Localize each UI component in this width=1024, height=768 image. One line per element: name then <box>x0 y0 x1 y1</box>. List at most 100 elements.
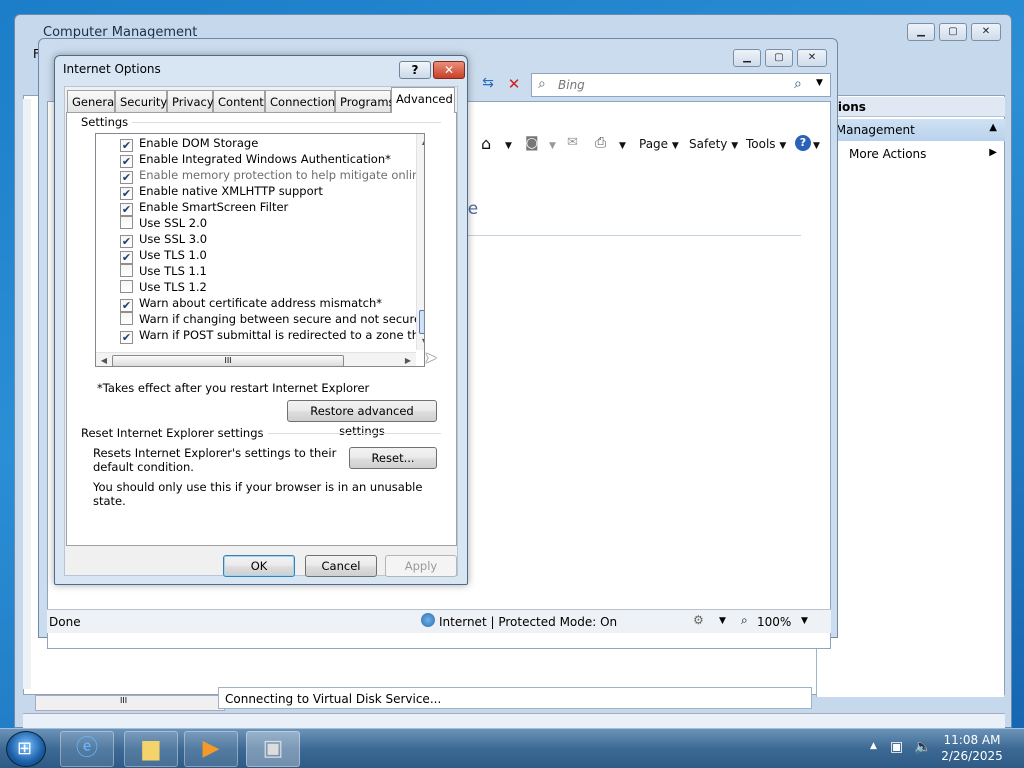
page-menu-label: Page <box>639 137 669 151</box>
maximize-button[interactable]: ▢ <box>939 23 967 41</box>
setting-item[interactable]: ✔ Use TLS 1.0 <box>120 248 207 264</box>
cancel-button[interactable]: Cancel <box>305 555 377 577</box>
help-dropdown-icon[interactable]: ▼ <box>813 141 820 151</box>
more-actions-item[interactable]: More Actions ▶ <box>817 143 1005 165</box>
restore-advanced-button[interactable]: Restore advanced settings <box>287 400 437 438</box>
checkbox-checked[interactable]: ✔ <box>120 203 133 216</box>
setting-item[interactable]: ✔ Use SSL 3.0 <box>120 232 207 248</box>
tree-hscrollbar[interactable]: III <box>35 695 225 711</box>
status-zone[interactable]: Internet | Protected Mode: On <box>439 615 617 629</box>
computer-management-icon: ▣ <box>262 736 284 761</box>
caption-buttons: ▁ ▢ ✕ <box>907 23 1007 43</box>
setting-item[interactable]: Use TLS 1.1 <box>120 264 207 280</box>
feeds-icon[interactable]: ◙ <box>525 135 539 151</box>
start-button[interactable]: ⊞ <box>6 731 46 767</box>
setting-item[interactable]: Use SSL 2.0 <box>120 216 207 232</box>
tab-content[interactable]: Content <box>213 90 265 112</box>
hscroll-thumb[interactable]: III <box>112 355 344 366</box>
taskbar-computer-management[interactable]: ▣ <box>246 731 300 767</box>
checkbox-unchecked[interactable] <box>120 312 133 325</box>
show-hidden-icons[interactable]: ▲ <box>870 741 877 751</box>
setting-label: Warn if changing between secure and not … <box>139 312 424 326</box>
setting-item[interactable]: ✔ Warn if POST submittal is redirected to… <box>120 328 424 344</box>
setting-item[interactable]: ✔ Enable native XMLHTTP support <box>120 184 323 200</box>
safety-menu[interactable]: Safety ▼ <box>689 137 738 151</box>
close-button[interactable]: ✕ <box>971 23 1001 41</box>
checkbox-checked[interactable]: ✔ <box>120 251 133 264</box>
network-icon[interactable]: ▣ <box>890 739 903 755</box>
setting-item[interactable]: Warn if changing between secure and not … <box>120 312 424 328</box>
feeds-dropdown-icon[interactable]: ▼ <box>549 141 556 151</box>
scroll-up-icon[interactable]: ▲ <box>417 134 424 150</box>
ie-maximize-button[interactable]: ▢ <box>765 49 793 67</box>
checkbox-checked[interactable]: ✔ <box>120 235 133 248</box>
checkbox-checked[interactable]: ✔ <box>120 139 133 152</box>
checkbox-unchecked[interactable] <box>120 280 133 293</box>
tab-connections[interactable]: Connections <box>265 90 341 112</box>
taskbar-media-player[interactable]: ▶ <box>184 731 238 767</box>
checkbox-unchecked[interactable] <box>120 216 133 229</box>
setting-item[interactable]: Use TLS 1.2 <box>120 280 207 296</box>
checkbox-checked[interactable]: ✔ <box>120 187 133 200</box>
actions-disk-management[interactable]: k Management ▲ <box>817 119 1005 141</box>
tools-menu[interactable]: Tools ▼ <box>746 137 786 151</box>
tools-menu-label: Tools <box>746 137 776 151</box>
setting-item[interactable]: ✔ Enable DOM Storage <box>120 136 258 152</box>
tab-programs[interactable]: Programs <box>335 90 395 112</box>
tab-security[interactable]: Security <box>115 90 167 112</box>
settings-hscrollbar[interactable]: ◀ III ▶ <box>96 352 416 366</box>
search-go-icon[interactable]: ⌕ <box>794 76 802 92</box>
minimize-button[interactable]: ▁ <box>907 23 935 41</box>
setting-label: Enable native XMLHTTP support <box>139 184 323 198</box>
setting-item[interactable]: ✔ Enable memory protection to help mitiga… <box>120 168 424 184</box>
security-reports-icon[interactable]: ⚙ <box>693 613 704 627</box>
home-icon[interactable]: ⌂ <box>481 134 491 153</box>
ie-minimize-button[interactable]: ▁ <box>733 49 761 67</box>
stop-icon[interactable]: ✕ <box>503 75 525 95</box>
scroll-right-icon[interactable]: ▶ <box>400 353 416 366</box>
settings-vscrollbar[interactable]: ▲ ▼ <box>416 134 424 350</box>
mail-icon[interactable]: ✉ <box>567 135 578 150</box>
page-menu[interactable]: Page ▼ <box>639 137 679 151</box>
taskbar-explorer[interactable]: ▆ <box>124 731 178 767</box>
reset-warning: You should only use this if your browser… <box>93 480 423 508</box>
zoom-dropdown-icon[interactable]: ▼ <box>801 616 808 626</box>
checkbox-checked[interactable]: ✔ <box>120 155 133 168</box>
scroll-left-icon[interactable]: ◀ <box>96 353 112 366</box>
print-icon[interactable]: ⎙ <box>595 135 606 151</box>
setting-item[interactable]: ✔ Enable SmartScreen Filter <box>120 200 288 216</box>
collapse-icon: ▲ <box>989 122 997 133</box>
settings-list[interactable]: ✔ Enable DOM Storage ✔ Enable Integrated Wi… <box>95 133 425 367</box>
security-dropdown-icon[interactable]: ▼ <box>719 616 726 626</box>
tab-privacy[interactable]: Privacy <box>167 90 214 112</box>
volume-muted-icon[interactable]: 🔈 <box>914 739 931 755</box>
scroll-thumb[interactable] <box>419 310 424 334</box>
print-dropdown-icon[interactable]: ▼ <box>619 141 626 151</box>
help-button[interactable]: ? <box>399 61 431 79</box>
checkbox-unchecked[interactable] <box>120 264 133 277</box>
dialog-close-button[interactable]: ✕ <box>433 61 465 79</box>
ie-close-button[interactable]: ✕ <box>797 49 827 67</box>
reset-button[interactable]: Reset... <box>349 447 437 469</box>
clock[interactable]: 11:08 AM 2/26/2025 <box>932 732 1012 764</box>
home-dropdown-icon[interactable]: ▼ <box>505 141 512 151</box>
setting-label: Use TLS 1.2 <box>139 280 207 294</box>
checkbox-checked[interactable]: ✔ <box>120 331 133 344</box>
checkbox-checked[interactable]: ✔ <box>120 171 133 184</box>
setting-item[interactable]: ✔ Warn about certificate address mismatch… <box>120 296 382 312</box>
zoom-level[interactable]: 100% <box>757 615 791 629</box>
tab-general[interactable]: General <box>67 90 117 112</box>
checkbox-checked[interactable]: ✔ <box>120 299 133 312</box>
search-box[interactable]: ⌕ Bing ⌕ ▼ <box>531 73 831 97</box>
help-icon[interactable]: ? <box>795 135 811 151</box>
refresh-icon[interactable]: ⇆ <box>477 75 499 95</box>
taskbar-internet-explorer[interactable]: ⓔ <box>60 731 114 767</box>
search-dropdown-icon[interactable]: ▼ <box>816 78 823 88</box>
tab-strip: General Security Privacy Content Connect… <box>67 87 457 114</box>
setting-item[interactable]: ✔ Enable Integrated Windows Authenticatio… <box>120 152 391 168</box>
ok-button[interactable]: OK <box>223 555 295 577</box>
tab-advanced[interactable]: Advanced <box>391 87 455 113</box>
setting-label: Use TLS 1.1 <box>139 264 207 278</box>
console-status: Connecting to Virtual Disk Service... <box>218 687 812 709</box>
apply-button[interactable]: Apply <box>385 555 457 577</box>
